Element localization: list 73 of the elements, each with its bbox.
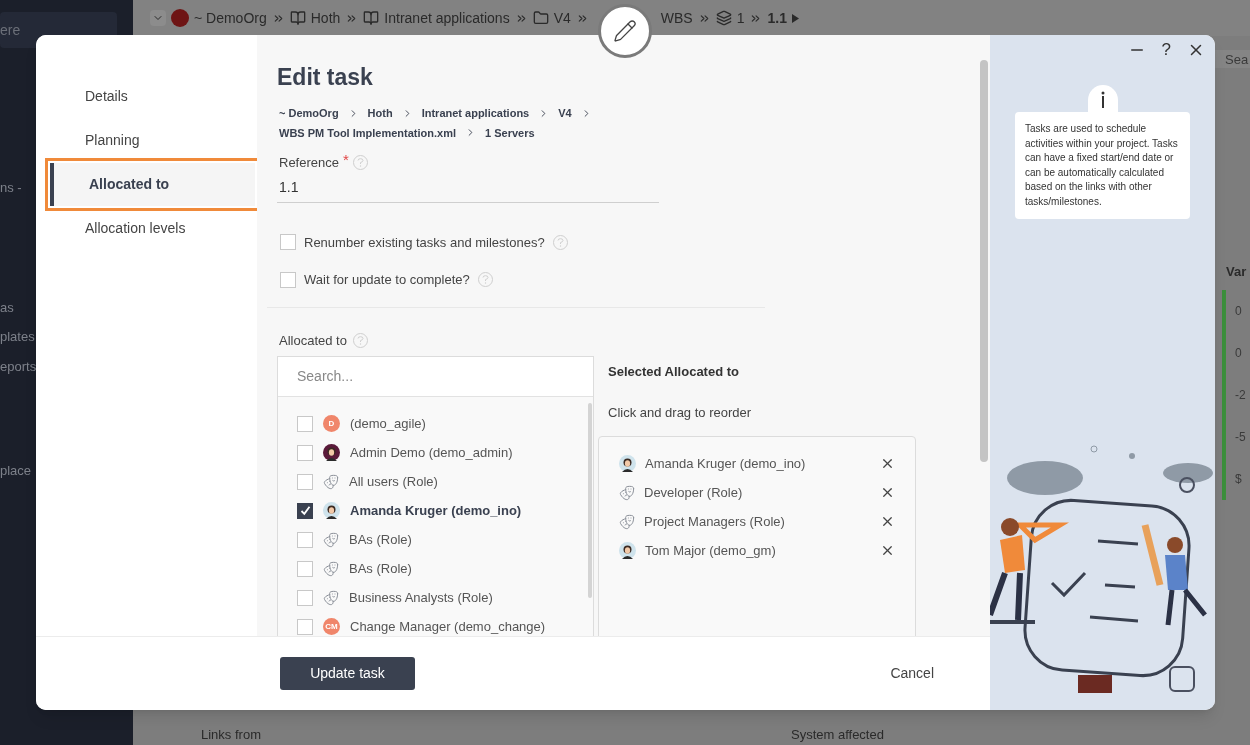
- list-item[interactable]: Admin Demo (demo_admin): [297, 438, 593, 467]
- breadcrumb-link[interactable]: Intranet applications: [384, 7, 510, 29]
- breadcrumb-link[interactable]: 1.1: [767, 7, 787, 29]
- field-label: Allocated to: [279, 331, 347, 350]
- list-item[interactable]: CM Change Manager (demo_change): [297, 612, 593, 636]
- breadcrumb-link[interactable]: 1: [736, 7, 745, 29]
- breadcrumb-link[interactable]: ~ DemoOrg: [194, 7, 267, 29]
- list-item[interactable]: All users (Role): [297, 467, 593, 496]
- selected-item[interactable]: Tom Major (demo_gm): [619, 536, 915, 565]
- column-header: Var: [1225, 263, 1248, 281]
- table-cell-text: $: [1235, 470, 1243, 488]
- pencil-icon: [613, 19, 637, 43]
- info-icon: [1100, 90, 1105, 108]
- list-item[interactable]: D (demo_agile): [297, 409, 593, 438]
- scrollbar[interactable]: [980, 60, 988, 462]
- checkbox[interactable]: [297, 502, 313, 519]
- layers-icon: [715, 10, 732, 26]
- role-masks-icon: [619, 484, 635, 501]
- remove-icon[interactable]: [880, 514, 895, 529]
- breadcrumb-link[interactable]: Hoth: [310, 7, 341, 29]
- list-item[interactable]: Amanda Kruger (demo_ino): [297, 496, 593, 525]
- section-title: Selected Allocated to: [608, 363, 740, 381]
- table-cell-text: 0: [1235, 344, 1243, 362]
- list-item[interactable]: BAs (Role): [297, 554, 593, 583]
- table-cell-text: 0: [1235, 302, 1243, 320]
- field-label: Reference: [279, 154, 339, 172]
- reference-field[interactable]: 1.1: [277, 176, 659, 203]
- list-item[interactable]: BAs (Role): [297, 525, 593, 554]
- dialog-title: Edit task: [277, 63, 374, 91]
- role-masks-icon: [323, 560, 339, 577]
- checkbox-label: Renumber existing tasks and milestones?: [304, 233, 545, 252]
- help-button[interactable]: ?: [1161, 36, 1171, 63]
- selected-item[interactable]: Amanda Kruger (demo_ino): [619, 449, 915, 478]
- section-label: Links from: [201, 725, 261, 744]
- remove-icon[interactable]: [880, 543, 895, 558]
- book-icon: [289, 10, 306, 26]
- path-link[interactable]: V4: [558, 105, 572, 122]
- path-link[interactable]: Intranet applications: [421, 105, 530, 122]
- collapse-button[interactable]: [150, 10, 166, 26]
- role-masks-icon: [619, 513, 635, 530]
- breadcrumb-link[interactable]: WBS: [660, 7, 693, 29]
- selected-item[interactable]: Project Managers (Role): [619, 507, 915, 536]
- table-cell-text: -5: [1235, 428, 1247, 446]
- remove-icon[interactable]: [880, 485, 895, 500]
- nav-tab[interactable]: Allocation levels: [50, 207, 255, 250]
- breadcrumb-link[interactable]: V4: [553, 7, 571, 29]
- path-link[interactable]: WBS PM Tool Implementation.xml: [279, 124, 457, 141]
- path-link[interactable]: 1 Servers: [485, 124, 535, 141]
- hint-text: Click and drag to reorder: [608, 403, 753, 422]
- nav-tab[interactable]: Details: [50, 75, 255, 118]
- checkbox-label: Wait for update to complete?: [304, 271, 470, 289]
- section-label: System affected: [790, 725, 884, 744]
- update-task-button[interactable]: Update task: [280, 657, 415, 690]
- cancel-button[interactable]: Cancel: [890, 663, 934, 684]
- table-cell-text: -2: [1235, 386, 1247, 404]
- play-icon: [791, 13, 799, 23]
- role-masks-icon: [323, 589, 339, 606]
- required-mark: *: [343, 149, 349, 170]
- list-item[interactable]: Business Analysts (Role): [297, 583, 593, 612]
- initials-avatar: CM: [323, 618, 340, 635]
- role-masks-icon: [323, 473, 339, 490]
- selected-item[interactable]: Developer (Role): [619, 478, 915, 507]
- remove-icon[interactable]: [880, 456, 895, 471]
- help-text: Tasks are used to schedule activities within your project. Tasks can have a fixed start/end date or can be automatically calculated based on the links with other tasks/milestones.: [1015, 112, 1190, 219]
- folder-icon: [532, 10, 549, 26]
- role-masks-icon: [323, 531, 339, 548]
- org-avatar-icon: [171, 9, 189, 27]
- nav-tab[interactable]: Planning: [50, 119, 255, 162]
- search-field[interactable]: Search...: [278, 357, 593, 397]
- path-link[interactable]: Hoth: [367, 105, 393, 122]
- book-icon: [363, 10, 380, 26]
- initials-avatar: D: [323, 415, 340, 432]
- path-link[interactable]: ~ DemoOrg: [279, 105, 339, 122]
